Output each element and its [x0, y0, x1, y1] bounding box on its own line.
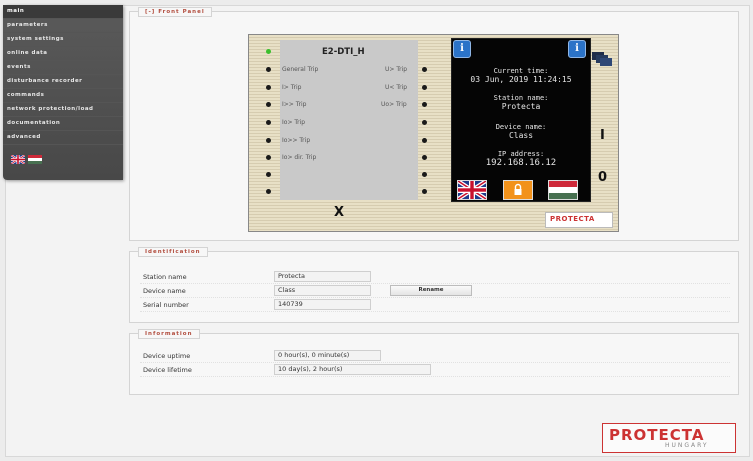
led-indicator: [422, 155, 427, 160]
led-indicator: [266, 189, 271, 194]
logo-text: PROTECTA: [550, 215, 595, 223]
led-indicator: [266, 49, 271, 54]
key-i-button[interactable]: I: [600, 128, 605, 143]
led-label: Io>> Trip: [282, 137, 311, 144]
lock-icon[interactable]: [503, 180, 533, 200]
led-indicator: [422, 85, 427, 90]
led-label: I> Trip: [282, 84, 302, 91]
device-name-value: Class: [508, 131, 534, 140]
sidebar-item-network-protection[interactable]: network protection/load: [3, 103, 123, 117]
current-time-label: Current time:: [493, 67, 549, 75]
device-display-screen: Current time: 03 Jun, 2019 11:24:15 Stat…: [451, 38, 591, 202]
station-name-label: Station name:: [493, 94, 549, 102]
device-title: E2-DTI_H: [322, 47, 365, 57]
led-indicator: [266, 102, 271, 107]
led-indicator: [422, 102, 427, 107]
sidebar-item-online-data[interactable]: online data: [3, 47, 123, 61]
device-uptime-row: Device uptime 0 hour(s), 0 minute(s): [140, 350, 730, 363]
current-time-value: 03 Jun, 2019 11:24:15: [470, 75, 572, 84]
information-legend: Information: [138, 329, 200, 339]
hungary-flag-icon[interactable]: [548, 180, 578, 200]
device-uptime-value: 0 hour(s), 0 minute(s): [274, 350, 381, 361]
serial-number-row: Serial number 140739: [140, 299, 730, 312]
led-label: U< Trip: [385, 84, 408, 91]
device-uptime-label: Device uptime: [143, 352, 191, 360]
sidebar-item-system-settings[interactable]: system settings: [3, 33, 123, 47]
led-indicator: [266, 172, 271, 177]
ip-address-value: 192.168.16.12: [485, 158, 557, 168]
station-name-field[interactable]: Protecta: [274, 271, 371, 282]
device-name-label: Device name:: [495, 123, 547, 131]
sidebar-item-advanced[interactable]: advanced: [3, 131, 123, 145]
device-name-row: Device name Class Rename: [140, 285, 730, 298]
device-name-field[interactable]: Class: [274, 285, 371, 296]
led-indicator: [266, 85, 271, 90]
info-icon[interactable]: i: [453, 40, 471, 58]
front-panel-legend[interactable]: [-] Front Panel: [138, 7, 212, 17]
key-o-button[interactable]: 0: [598, 170, 607, 185]
led-label: U> Trip: [385, 66, 408, 73]
device-lifetime-label: Device lifetime: [143, 366, 192, 374]
ip-address-label: IP address:: [497, 150, 545, 158]
logo-sub-text: HUNGARY: [665, 442, 709, 449]
rename-button[interactable]: Rename: [390, 285, 472, 296]
led-label: General Trip: [282, 66, 319, 73]
sidebar-item-commands[interactable]: commands: [3, 89, 123, 103]
led-indicator: [266, 120, 271, 125]
led-indicator: [422, 138, 427, 143]
window-stack-icon[interactable]: [592, 52, 612, 66]
led-label: Io> dir. Trip: [282, 154, 317, 161]
led-indicator: [266, 67, 271, 72]
led-indicator: [422, 120, 427, 125]
led-indicator: [266, 155, 271, 160]
information-section: Information Device uptime 0 hour(s), 0 m…: [129, 329, 739, 395]
protecta-hungary-logo: PROTECTA HUNGARY: [602, 423, 736, 453]
led-indicator: [422, 172, 427, 177]
serial-number-label: Serial number: [143, 301, 189, 309]
sidebar-item-events[interactable]: events: [3, 61, 123, 75]
led-indicator: [266, 138, 271, 143]
sidebar-item-parameters[interactable]: parameters: [3, 19, 123, 33]
station-name-value: Protecta: [501, 102, 541, 111]
led-indicator: [422, 67, 427, 72]
identification-section: Identification Station name Protecta Dev…: [129, 247, 739, 323]
serial-number-field: 140739: [274, 299, 371, 310]
hungary-flag-icon[interactable]: [28, 155, 42, 164]
sidebar-item-documentation[interactable]: documentation: [3, 117, 123, 131]
led-label: I>> Trip: [282, 101, 307, 108]
device-lifetime-row: Device lifetime 10 day(s), 2 hour(s): [140, 364, 730, 377]
info-icon[interactable]: i: [568, 40, 586, 58]
led-label: Io> Trip: [282, 119, 306, 126]
led-label: Uo> Trip: [381, 101, 407, 108]
sidebar-item-disturbance-recorder[interactable]: disturbance recorder: [3, 75, 123, 89]
device-name-label: Device name: [143, 287, 186, 295]
close-icon[interactable]: X: [334, 205, 344, 220]
sidebar-item-main[interactable]: main: [3, 5, 123, 19]
station-name-label: Station name: [143, 273, 187, 281]
uk-flag-icon[interactable]: [11, 155, 25, 164]
sidebar-menu: main parameters system settings online d…: [3, 5, 123, 180]
protecta-logo-small: PROTECTA: [545, 212, 613, 228]
uk-flag-icon[interactable]: [457, 180, 487, 200]
led-indicator: [422, 189, 427, 194]
device-lifetime-value: 10 day(s), 2 hour(s): [274, 364, 431, 375]
station-name-row: Station name Protecta: [140, 271, 730, 284]
identification-legend: Identification: [138, 247, 208, 257]
